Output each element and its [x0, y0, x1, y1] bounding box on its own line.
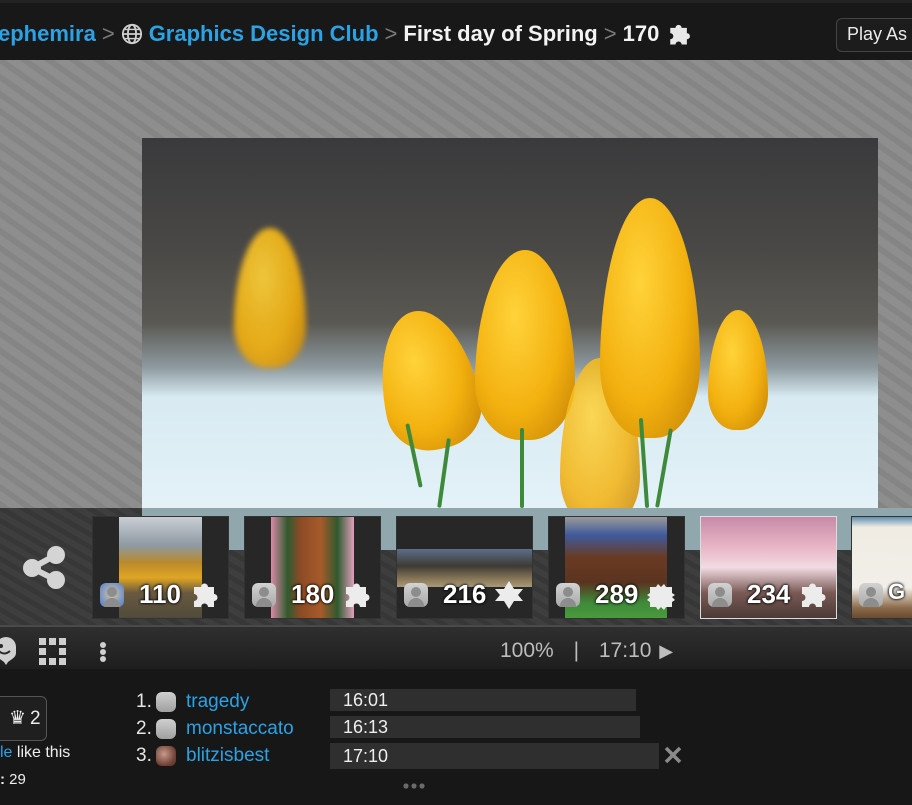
piece-count: 216: [443, 579, 487, 609]
show-more-icon[interactable]: [403, 782, 425, 790]
creator-avatar[interactable]: [404, 583, 428, 607]
creator-avatar[interactable]: [252, 583, 276, 607]
creator-avatar[interactable]: [859, 583, 883, 607]
likes-text: like this: [12, 744, 71, 761]
grid-icon[interactable]: [39, 638, 67, 666]
crocus-bud: [600, 198, 700, 438]
likes-summary: le like this: [0, 744, 70, 762]
leaderboard-time: 16:13: [330, 716, 640, 738]
crocus-bud: [475, 250, 575, 440]
leaderboard-rank: 1.: [136, 691, 152, 712]
user-avatar[interactable]: [156, 719, 176, 739]
zoom-level: 100%: [500, 639, 554, 662]
piece-count: 289: [595, 579, 639, 609]
breadcrumb-puzzle-title[interactable]: First day of Spring: [403, 21, 597, 47]
like-button[interactable]: ♛ 2: [0, 696, 47, 741]
timer: 17:10: [598, 639, 652, 662]
leaderboard-user-link[interactable]: tragedy: [186, 691, 249, 713]
breadcrumb-separator: >: [603, 21, 617, 46]
play-icon[interactable]: ▶: [659, 641, 673, 661]
leaderboard-row: 3. blitzisbest: [136, 744, 269, 768]
header-bar: ephemira > Graphics Design Club > First …: [0, 0, 912, 60]
creator-avatar[interactable]: [708, 583, 732, 607]
breadcrumb: ephemira > Graphics Design Club > First …: [0, 20, 693, 48]
related-puzzle-card[interactable]: 110: [92, 516, 229, 619]
remove-time-icon[interactable]: [662, 744, 684, 766]
leaderboard-user-link[interactable]: monstaccato: [186, 718, 294, 740]
puzzle-page: ephemira > Graphics Design Club > First …: [0, 0, 912, 805]
thumbs-up-icon: ♛: [9, 708, 27, 729]
puzzle-info-panel: ♛ 2 le like this : 29 1. tragedy 16:01 2.…: [0, 669, 912, 805]
creator-avatar[interactable]: [556, 583, 580, 607]
leaderboard-user-link[interactable]: blitzisbest: [186, 745, 269, 767]
breadcrumb-user[interactable]: ephemira: [0, 21, 96, 47]
puzzle-piece-icon: [802, 583, 826, 607]
leaderboard-rank: 2.: [136, 718, 152, 739]
jagged-piece-icon: [647, 584, 675, 610]
crocus-bud: [234, 228, 306, 368]
puzzle-piece-icon: [346, 583, 370, 607]
ghost-icon[interactable]: [0, 635, 16, 665]
crocus-leaf: [655, 428, 673, 508]
likes-people-link[interactable]: le: [0, 744, 12, 761]
leaderboard-row: 1. tragedy: [136, 690, 249, 714]
crocus-bud: [708, 310, 768, 430]
status-separator: |: [573, 639, 580, 662]
piece-count: 234: [747, 579, 791, 609]
piece-count: G: [888, 579, 906, 604]
breadcrumb-piece-count: 170: [622, 21, 660, 46]
share-icon[interactable]: [22, 544, 68, 590]
stat-value: 29: [9, 771, 26, 788]
puzzle-preview-image[interactable]: [142, 138, 878, 508]
user-avatar[interactable]: [156, 746, 176, 766]
globe-icon: [121, 23, 142, 45]
breadcrumb-club[interactable]: Graphics Design Club: [149, 21, 379, 47]
puzzle-stage[interactable]: [0, 60, 912, 508]
leaderboard-time: 17:10: [330, 743, 659, 769]
stat-line: : 29: [0, 771, 26, 788]
puzzle-toolbar: 100% | 17:10 ▶: [0, 625, 912, 669]
like-count: 2: [30, 708, 41, 729]
related-puzzle-card[interactable]: 289: [548, 516, 685, 619]
puzzle-piece-icon: [194, 583, 218, 607]
related-puzzle-card[interactable]: 180: [244, 516, 381, 619]
leaderboard-time: 16:01: [330, 689, 636, 711]
star-piece-icon: [495, 581, 523, 609]
creator-avatar[interactable]: [100, 583, 124, 607]
leaderboard-rank: 3.: [136, 745, 152, 766]
user-avatar[interactable]: [156, 692, 176, 712]
breadcrumb-separator: >: [384, 21, 398, 46]
related-puzzle-card[interactable]: G: [851, 516, 912, 619]
piece-count: 110: [139, 579, 181, 609]
crocus-leaf: [520, 428, 524, 508]
related-puzzle-card[interactable]: 216: [396, 516, 533, 619]
stat-label: :: [0, 771, 5, 788]
related-puzzle-card[interactable]: 234: [700, 516, 837, 619]
puzzle-piece-icon: [670, 24, 691, 45]
status-readout: 100% | 17:10 ▶: [500, 639, 673, 663]
breadcrumb-separator: >: [101, 21, 115, 46]
crocus-bud: [366, 301, 490, 459]
piece-count: 180: [291, 579, 335, 609]
play-as-button[interactable]: Play As: [836, 18, 912, 52]
more-vertical-icon[interactable]: [99, 641, 107, 665]
leaderboard-row: 2. monstaccato: [136, 717, 294, 741]
related-puzzles-strip: 110 180 216 289 234 G: [0, 508, 912, 625]
